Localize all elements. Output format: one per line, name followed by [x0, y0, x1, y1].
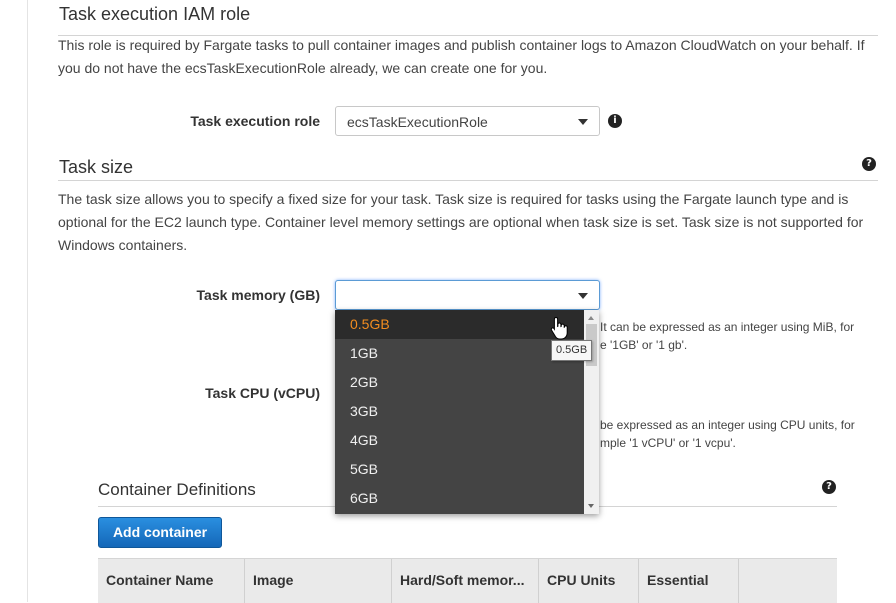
- execution-role-label: Task execution role: [190, 113, 320, 129]
- dropdown-option[interactable]: 3GB: [335, 397, 584, 426]
- help-icon[interactable]: ?: [862, 157, 876, 171]
- info-icon[interactable]: i: [608, 114, 622, 128]
- dropdown-option[interactable]: 1GB: [335, 339, 584, 368]
- task-size-title: Task size: [59, 157, 134, 177]
- cpu-hint-line1: be expressed as an integer using CPU uni…: [600, 418, 855, 432]
- cpu-hint-line2: mple '1 vCPU' or '1 vcpu'.: [600, 436, 736, 450]
- column-header[interactable]: Essential: [639, 559, 739, 603]
- container-definitions-title: Container Definitions: [98, 480, 256, 499]
- execution-role-select[interactable]: ecsTaskExecutionRole: [335, 106, 600, 136]
- memory-hint-line1: It can be expressed as an integer using …: [600, 320, 855, 334]
- column-header[interactable]: [739, 559, 837, 603]
- dropdown-option[interactable]: 4GB: [335, 426, 584, 455]
- divider: [58, 180, 878, 181]
- task-memory-label: Task memory (GB): [196, 287, 320, 303]
- task-memory-select[interactable]: [335, 280, 600, 310]
- execution-role-description: This role is required by Fargate tasks t…: [58, 37, 865, 76]
- dropdown-option[interactable]: 2GB: [335, 368, 584, 397]
- column-header[interactable]: CPU Units: [539, 559, 639, 603]
- add-container-button[interactable]: Add container: [98, 517, 222, 548]
- chevron-down-icon: [578, 119, 588, 125]
- container-table-header: Container Name Image Hard/Soft memor... …: [98, 558, 837, 603]
- scroll-down-arrow-icon[interactable]: [588, 504, 594, 508]
- execution-role-value: ecsTaskExecutionRole: [347, 114, 488, 130]
- hand-pointer-icon: [550, 316, 568, 340]
- column-header[interactable]: Hard/Soft memor...: [392, 559, 539, 603]
- execution-role-title: Task execution IAM role: [59, 4, 251, 24]
- help-icon[interactable]: ?: [822, 480, 836, 494]
- column-header[interactable]: Container Name: [98, 559, 245, 603]
- dropdown-option[interactable]: 0.5GB: [335, 310, 584, 339]
- dropdown-option[interactable]: 6GB: [335, 484, 584, 513]
- task-size-description: The task size allows you to specify a fi…: [58, 191, 864, 253]
- scroll-up-arrow-icon[interactable]: [588, 316, 594, 320]
- left-border: [27, 0, 28, 602]
- dropdown-option[interactable]: 5GB: [335, 455, 584, 484]
- chevron-down-icon: [578, 293, 588, 299]
- task-cpu-label: Task CPU (vCPU): [205, 385, 320, 401]
- memory-hint-line2: e '1GB' or '1 gb'.: [600, 338, 688, 352]
- option-tooltip: 0.5GB: [551, 340, 593, 361]
- column-header[interactable]: Image: [245, 559, 392, 603]
